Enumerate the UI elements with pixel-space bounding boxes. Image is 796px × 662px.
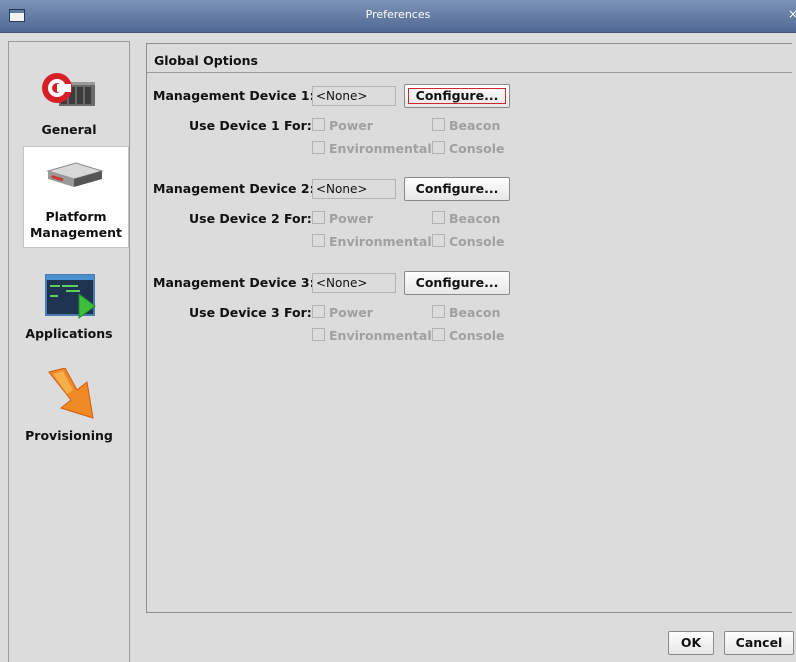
category-sidebar: General Platform Management Applications…	[8, 41, 130, 662]
configure-device-3-button[interactable]: Configure...	[404, 271, 510, 295]
device-2-power-checkbox[interactable]: Power	[312, 211, 373, 226]
management-device-3-select[interactable]: <None>	[312, 273, 396, 293]
checkbox-label: Environmental	[329, 328, 432, 343]
sidebar-item-label: Provisioning	[25, 428, 113, 443]
checkbox-label: Console	[449, 234, 505, 249]
checkbox-label: Environmental	[329, 234, 432, 249]
sidebar-item-provisioning[interactable]: Provisioning	[9, 362, 129, 462]
provisioning-arrow-icon	[48, 368, 94, 419]
management-device-3-label: Management Device 3:	[153, 275, 315, 290]
management-device-2-label: Management Device 2:	[153, 181, 315, 196]
preferences-window: General Platform Management Applications…	[0, 33, 796, 662]
device-2-beacon-checkbox[interactable]: Beacon	[432, 211, 500, 226]
global-options-panel: Global Options Management Device 1: <Non…	[146, 43, 792, 613]
device-3-power-checkbox[interactable]: Power	[312, 305, 373, 320]
use-device-1-label: Use Device 1 For:	[189, 118, 312, 133]
device-2-console-checkbox[interactable]: Console	[432, 234, 504, 249]
sidebar-item-platform-management[interactable]: Platform Management	[23, 146, 129, 248]
checkbox-label: Console	[449, 328, 505, 343]
checkbox-label: Power	[329, 211, 373, 226]
sidebar-item-label: Platform Management	[29, 209, 122, 240]
device-3-console-checkbox[interactable]: Console	[432, 328, 504, 343]
checkbox-label: Environmental	[329, 141, 432, 156]
checkbox-label: Power	[329, 118, 373, 133]
device-3-beacon-checkbox[interactable]: Beacon	[432, 305, 500, 320]
sidebar-item-general[interactable]: General	[9, 62, 129, 152]
checkbox-label: Console	[449, 141, 505, 156]
sidebar-item-label: Applications	[25, 326, 113, 341]
device-1-power-checkbox[interactable]: Power	[312, 118, 373, 133]
panel-divider	[147, 72, 792, 73]
sidebar-item-label: General	[41, 122, 97, 137]
sidebar-item-applications[interactable]: Applications	[9, 266, 129, 356]
management-device-1-select[interactable]: <None>	[312, 86, 396, 106]
title-bar[interactable]: Preferences ×	[0, 0, 796, 33]
window-title: Preferences	[365, 8, 431, 21]
ok-button[interactable]: OK	[668, 631, 714, 655]
device-1-environmental-checkbox[interactable]: Environmental	[312, 141, 432, 156]
checkbox-label: Beacon	[449, 211, 501, 226]
device-3-environmental-checkbox[interactable]: Environmental	[312, 328, 432, 343]
server-icon	[46, 162, 104, 187]
terminal-icon	[45, 274, 96, 319]
panel-title: Global Options	[154, 53, 258, 68]
device-1-console-checkbox[interactable]: Console	[432, 141, 504, 156]
configure-device-1-button[interactable]: Configure...	[404, 84, 510, 108]
use-device-2-label: Use Device 2 For:	[189, 211, 312, 226]
checkbox-label: Beacon	[449, 118, 501, 133]
cancel-button[interactable]: Cancel	[724, 631, 794, 655]
management-device-1-label: Management Device 1:	[153, 88, 315, 103]
general-icon	[42, 73, 95, 106]
device-1-beacon-checkbox[interactable]: Beacon	[432, 118, 500, 133]
management-device-2-select[interactable]: <None>	[312, 179, 396, 199]
checkbox-label: Power	[329, 305, 373, 320]
close-icon[interactable]: ×	[788, 7, 796, 21]
checkbox-label: Beacon	[449, 305, 501, 320]
use-device-3-label: Use Device 3 For:	[189, 305, 312, 320]
configure-device-2-button[interactable]: Configure...	[404, 177, 510, 201]
device-2-environmental-checkbox[interactable]: Environmental	[312, 234, 432, 249]
